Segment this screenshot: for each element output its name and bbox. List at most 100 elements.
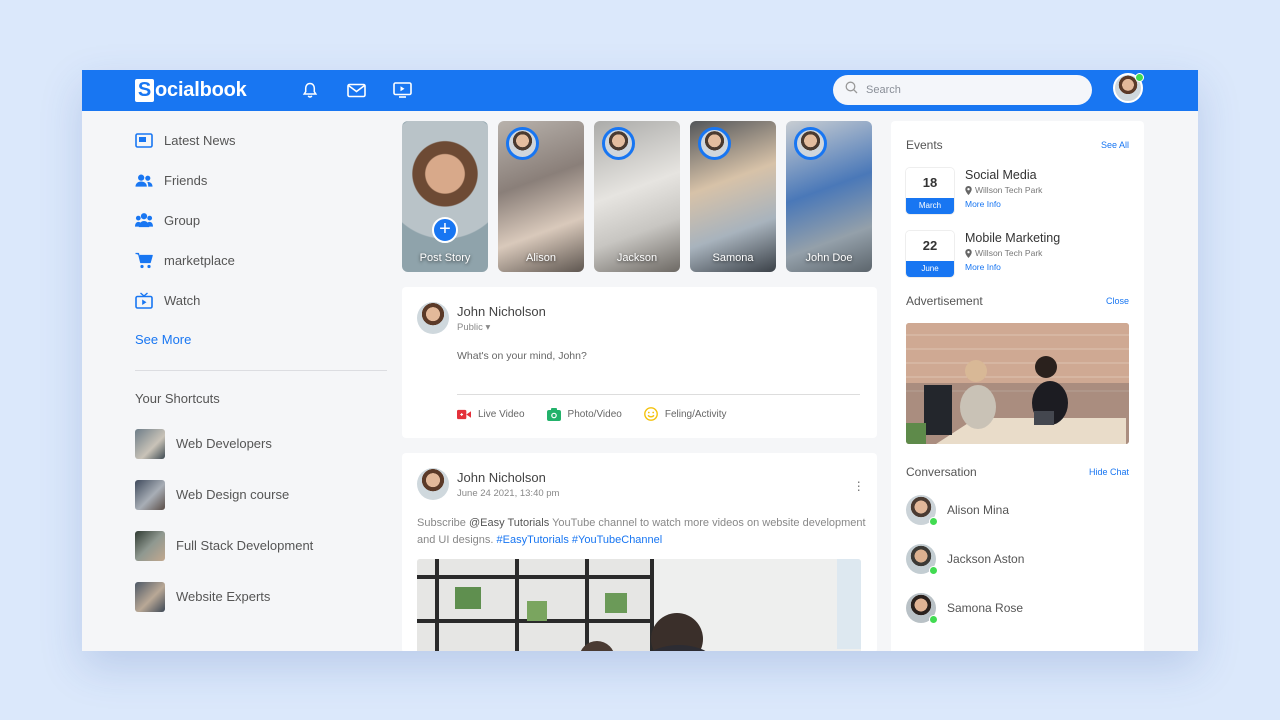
sidebar-item-label: Watch: [164, 292, 201, 308]
story-john-doe[interactable]: John Doe: [786, 121, 872, 272]
avatar: [906, 495, 938, 526]
privacy-select[interactable]: Public ▾: [457, 322, 546, 333]
bell-icon[interactable]: [298, 80, 322, 100]
add-story-icon[interactable]: +: [432, 217, 458, 243]
shortcut-thumbnail: [135, 530, 165, 561]
caret-down-icon: ▾: [485, 321, 491, 333]
search-box[interactable]: [833, 75, 1092, 105]
hashtags[interactable]: #EasyTutorials #YouTubeChannel: [497, 534, 663, 546]
live-video-button[interactable]: Live Video: [457, 407, 525, 421]
events-header: Events See All: [906, 138, 1129, 152]
shortcut-label: Full Stack Development: [176, 538, 314, 553]
composer-actions: Live Video Photo/Video Feling/Activity: [457, 407, 727, 421]
post-image[interactable]: [417, 559, 861, 651]
shortcut-label: Website Experts: [176, 589, 271, 604]
see-more-link[interactable]: See More: [135, 320, 387, 360]
advertisement-image[interactable]: [906, 323, 1129, 444]
left-sidebar: Latest News Friends Group marketplace Wa…: [135, 120, 387, 622]
section-title: Conversation: [906, 465, 977, 479]
event-date: 18 March: [906, 168, 954, 214]
event-date: 22 June: [906, 231, 954, 277]
avatar: [906, 593, 938, 624]
photo-video-button[interactable]: Photo/Video: [546, 407, 622, 421]
shortcuts-title: Your Shortcuts: [135, 391, 220, 406]
group-icon: [135, 211, 153, 229]
event-item[interactable]: 18 March Social Media Willson Tech Park …: [906, 168, 1042, 214]
post-composer: John Nicholson Public ▾ Live Video Photo…: [402, 287, 877, 438]
avatar[interactable]: [417, 302, 449, 334]
search-icon: [845, 81, 858, 99]
action-label: Live Video: [478, 408, 525, 420]
sidebar-item-watch[interactable]: Watch: [135, 280, 387, 320]
story-samona[interactable]: Samona: [690, 121, 776, 272]
sidebar-item-label: marketplace: [164, 252, 235, 268]
story-avatar: [794, 127, 827, 160]
sidebar-item-marketplace[interactable]: marketplace: [135, 240, 387, 280]
shortcut-web-design-course[interactable]: Web Design course: [135, 469, 387, 520]
story-name: Samona: [712, 252, 754, 264]
advertisement-header: Advertisement Close: [906, 294, 1129, 308]
pin-icon: [965, 185, 972, 195]
logo[interactable]: S ocialbook: [135, 79, 247, 102]
event-location: Willson Tech Park: [965, 248, 1060, 258]
more-info-link[interactable]: More Info: [965, 199, 1042, 209]
post-text: Subscribe @Easy Tutorials YouTube channe…: [417, 515, 867, 549]
feeling-activity-button[interactable]: Feling/Activity: [643, 407, 727, 421]
post-card: John Nicholson June 24 2021, 13:40 pm · ·…: [402, 453, 877, 651]
shortcut-web-developers[interactable]: Web Developers: [135, 418, 387, 469]
friends-icon: [135, 171, 153, 189]
conversation-header: Conversation Hide Chat: [906, 465, 1129, 479]
section-title: Advertisement: [906, 294, 983, 308]
user-name: John Nicholson: [457, 303, 546, 319]
sidebar-item-friends[interactable]: Friends: [135, 160, 387, 200]
close-ad-link[interactable]: Close: [1106, 296, 1129, 306]
event-day: 18: [906, 168, 954, 198]
story-alison[interactable]: Alison: [498, 121, 584, 272]
post-timestamp: June 24 2021, 13:40 pm: [457, 487, 560, 499]
sidebar-item-latest-news[interactable]: Latest News: [135, 120, 387, 160]
user-name[interactable]: John Nicholson: [457, 470, 559, 485]
event-month: June: [906, 261, 954, 277]
shortcut-full-stack-development[interactable]: Full Stack Development: [135, 520, 387, 571]
chat-contact[interactable]: Jackson Aston: [906, 544, 1024, 575]
online-indicator: [929, 517, 938, 526]
event-item[interactable]: 22 June Mobile Marketing Willson Tech Pa…: [906, 231, 1060, 277]
see-all-link[interactable]: See All: [1101, 140, 1129, 150]
sidebar-item-group[interactable]: Group: [135, 200, 387, 240]
navbar: S ocialbook: [82, 70, 1198, 111]
avatar: [906, 544, 938, 575]
story-jackson[interactable]: Jackson: [594, 121, 680, 272]
privacy-label: Public: [457, 321, 483, 333]
shortcut-website-experts[interactable]: Website Experts: [135, 571, 387, 622]
hide-chat-link[interactable]: Hide Chat: [1089, 467, 1129, 477]
search-input[interactable]: [866, 84, 1066, 96]
contact-name: Alison Mina: [947, 503, 1010, 517]
pin-icon: [965, 248, 972, 258]
app-window: S ocialbook Late: [82, 70, 1198, 651]
story-name: Post Story: [419, 252, 471, 264]
composer-user: John Nicholson Public ▾: [417, 302, 546, 334]
story-post[interactable]: + Post Story: [402, 121, 488, 272]
mail-icon[interactable]: [344, 80, 368, 100]
event-place: Willson Tech Park: [975, 185, 1043, 195]
news-icon: [135, 131, 153, 149]
compose-input[interactable]: [457, 350, 860, 395]
section-title: Events: [906, 138, 943, 152]
chat-contact[interactable]: Samona Rose: [906, 593, 1023, 624]
avatar[interactable]: [417, 468, 449, 500]
mention-link[interactable]: @Easy Tutorials: [469, 517, 549, 529]
story-avatar: [602, 127, 635, 160]
online-indicator: [929, 566, 938, 575]
sidebar-item-label: Latest News: [164, 132, 236, 148]
story-avatar: [698, 127, 731, 160]
cart-icon: [135, 251, 153, 269]
more-options-icon[interactable]: · · ·: [856, 474, 861, 496]
sidebar-item-label: Group: [164, 212, 201, 228]
shortcut-thumbnail: [135, 479, 165, 510]
smile-icon: [643, 407, 658, 421]
more-info-link[interactable]: More Info: [965, 262, 1060, 272]
chat-contact[interactable]: Alison Mina: [906, 495, 1010, 526]
feed: + Post Story Alison Jackson Samona John …: [402, 121, 877, 651]
video-icon[interactable]: [390, 80, 414, 100]
divider: [135, 370, 387, 371]
